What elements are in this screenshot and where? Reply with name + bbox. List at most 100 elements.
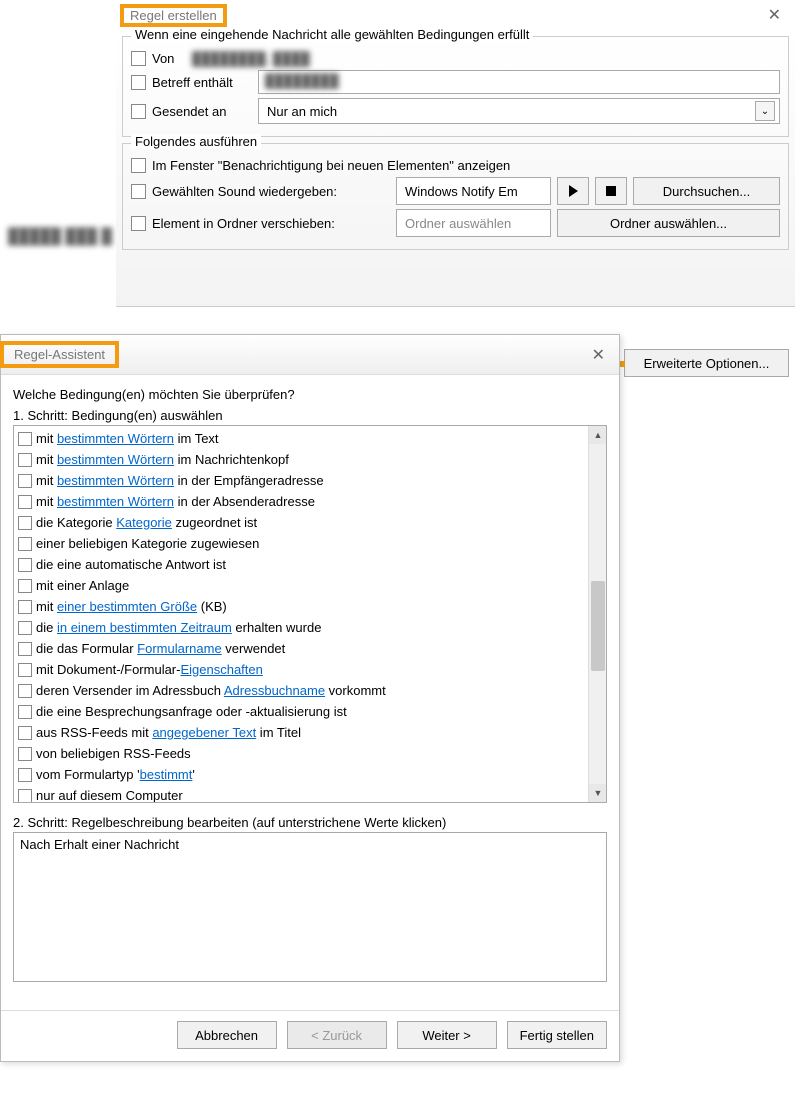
row-subject: Betreff enthält ████████: [131, 70, 780, 94]
subject-value: ████████: [265, 73, 339, 88]
condition-row[interactable]: einer beliebigen Kategorie zugewiesen: [16, 533, 586, 554]
condition-link[interactable]: bestimmten Wörtern: [57, 473, 174, 488]
condition-link[interactable]: Kategorie: [116, 515, 172, 530]
condition-link[interactable]: einer bestimmten Größe: [57, 599, 197, 614]
condition-checkbox[interactable]: [18, 558, 32, 572]
condition-checkbox[interactable]: [18, 516, 32, 530]
condition-row[interactable]: die Kategorie Kategorie zugeordnet ist: [16, 512, 586, 533]
condition-text: mit bestimmten Wörtern in der Empfängera…: [36, 471, 324, 490]
condition-link[interactable]: angegebener Text: [152, 725, 256, 740]
browse-sound-button[interactable]: Durchsuchen...: [633, 177, 780, 205]
subject-input[interactable]: ████████: [258, 70, 780, 94]
scroll-down-icon[interactable]: ▼: [589, 784, 607, 802]
finish-button[interactable]: Fertig stellen: [507, 1021, 607, 1049]
condition-checkbox[interactable]: [18, 789, 32, 803]
advanced-options-button[interactable]: Erweiterte Optionen...: [624, 349, 789, 377]
condition-checkbox[interactable]: [18, 642, 32, 656]
condition-row[interactable]: mit bestimmten Wörtern in der Absenderad…: [16, 491, 586, 512]
next-button[interactable]: Weiter >: [397, 1021, 497, 1049]
condition-checkbox[interactable]: [18, 495, 32, 509]
checkbox-sound[interactable]: [131, 184, 146, 199]
condition-checkbox[interactable]: [18, 747, 32, 761]
sent-to-combobox[interactable]: Nur an mich ⌄: [258, 98, 780, 124]
conditions-listbox[interactable]: mit bestimmten Wörtern im Textmit bestim…: [13, 425, 607, 803]
condition-row[interactable]: nur auf diesem Computer: [16, 785, 586, 803]
folder-name-box: Ordner auswählen: [396, 209, 551, 237]
scroll-up-icon[interactable]: ▲: [589, 426, 607, 444]
stop-button[interactable]: [595, 177, 627, 205]
step1-label: 1. Schritt: Bedingung(en) auswählen: [13, 408, 607, 423]
condition-checkbox[interactable]: [18, 537, 32, 551]
condition-link[interactable]: in einem bestimmten Zeitraum: [57, 620, 232, 635]
condition-row[interactable]: die eine automatische Antwort ist: [16, 554, 586, 575]
row-move: Element in Ordner verschieben: Ordner au…: [131, 209, 780, 237]
condition-row[interactable]: die eine Besprechungsanfrage oder -aktua…: [16, 701, 586, 722]
play-icon: [569, 185, 578, 197]
condition-link[interactable]: bestimmt: [140, 767, 193, 782]
checkbox-move[interactable]: [131, 216, 146, 231]
play-button[interactable]: [557, 177, 589, 205]
condition-checkbox[interactable]: [18, 726, 32, 740]
condition-link[interactable]: bestimmten Wörtern: [57, 494, 174, 509]
condition-link[interactable]: Formularname: [137, 641, 222, 656]
condition-text: mit einer Anlage: [36, 576, 129, 595]
condition-checkbox[interactable]: [18, 432, 32, 446]
condition-row[interactable]: mit Dokument-/Formular-Eigenschaften: [16, 659, 586, 680]
checkbox-sent-to[interactable]: [131, 104, 146, 119]
condition-row[interactable]: die in einem bestimmten Zeitraum erhalte…: [16, 617, 586, 638]
scrollbar[interactable]: ▲ ▼: [588, 426, 606, 802]
scroll-thumb[interactable]: [591, 581, 605, 671]
condition-row[interactable]: deren Versender im Adressbuch Adressbuch…: [16, 680, 586, 701]
close-icon[interactable]: ✕: [584, 343, 613, 367]
checkbox-notify[interactable]: [131, 158, 146, 173]
condition-checkbox[interactable]: [18, 453, 32, 467]
condition-row[interactable]: mit bestimmten Wörtern in der Empfängera…: [16, 470, 586, 491]
label-from: Von: [152, 51, 186, 66]
label-subject: Betreff enthält: [152, 75, 252, 90]
row-sent-to: Gesendet an Nur an mich ⌄: [131, 98, 780, 124]
condition-text: die eine automatische Antwort ist: [36, 555, 226, 574]
condition-text: mit einer bestimmten Größe (KB): [36, 597, 227, 616]
condition-text: aus RSS-Feeds mit angegebener Text im Ti…: [36, 723, 301, 742]
condition-text: nur auf diesem Computer: [36, 786, 183, 803]
condition-text: von beliebigen RSS-Feeds: [36, 744, 191, 763]
condition-row[interactable]: aus RSS-Feeds mit angegebener Text im Ti…: [16, 722, 586, 743]
condition-checkbox[interactable]: [18, 621, 32, 635]
group-actions-label: Folgendes ausführen: [131, 134, 261, 149]
group-conditions-label: Wenn eine eingehende Nachricht alle gewä…: [131, 27, 533, 42]
condition-row[interactable]: mit bestimmten Wörtern im Nachrichtenkop…: [16, 449, 586, 470]
back-button[interactable]: < Zurück: [287, 1021, 387, 1049]
condition-text: die Kategorie Kategorie zugeordnet ist: [36, 513, 257, 532]
browse-folder-button[interactable]: Ordner auswählen...: [557, 209, 780, 237]
condition-row[interactable]: vom Formulartyp 'bestimmt': [16, 764, 586, 785]
condition-checkbox[interactable]: [18, 663, 32, 677]
condition-link[interactable]: Adressbuchname: [224, 683, 325, 698]
condition-row[interactable]: mit bestimmten Wörtern im Text: [16, 428, 586, 449]
condition-checkbox[interactable]: [18, 684, 32, 698]
condition-checkbox[interactable]: [18, 600, 32, 614]
cancel-button[interactable]: Abbrechen: [177, 1021, 277, 1049]
condition-checkbox[interactable]: [18, 579, 32, 593]
condition-row[interactable]: von beliebigen RSS-Feeds: [16, 743, 586, 764]
condition-text: die in einem bestimmten Zeitraum erhalte…: [36, 618, 321, 637]
condition-checkbox[interactable]: [18, 474, 32, 488]
dialog2-titlebar: Regel-Assistent ✕: [1, 335, 619, 375]
condition-text: deren Versender im Adressbuch Adressbuch…: [36, 681, 386, 700]
condition-link[interactable]: bestimmten Wörtern: [57, 431, 174, 446]
checkbox-from[interactable]: [131, 51, 146, 66]
checkbox-subject[interactable]: [131, 75, 146, 90]
condition-link[interactable]: Eigenschaften: [180, 662, 262, 677]
condition-link[interactable]: bestimmten Wörtern: [57, 452, 174, 467]
stop-icon: [606, 186, 616, 196]
chevron-down-icon[interactable]: ⌄: [755, 101, 775, 121]
condition-checkbox[interactable]: [18, 768, 32, 782]
rule-description-box[interactable]: Nach Erhalt einer Nachricht: [13, 832, 607, 982]
label-move: Element in Ordner verschieben:: [152, 216, 390, 231]
condition-row[interactable]: mit einer Anlage: [16, 575, 586, 596]
condition-row[interactable]: mit einer bestimmten Größe (KB): [16, 596, 586, 617]
close-icon[interactable]: ✕: [760, 3, 789, 27]
question-label: Welche Bedingung(en) möchten Sie überprü…: [13, 387, 607, 402]
condition-checkbox[interactable]: [18, 705, 32, 719]
dialog2-title: Regel-Assistent: [0, 341, 119, 368]
condition-row[interactable]: die das Formular Formularname verwendet: [16, 638, 586, 659]
